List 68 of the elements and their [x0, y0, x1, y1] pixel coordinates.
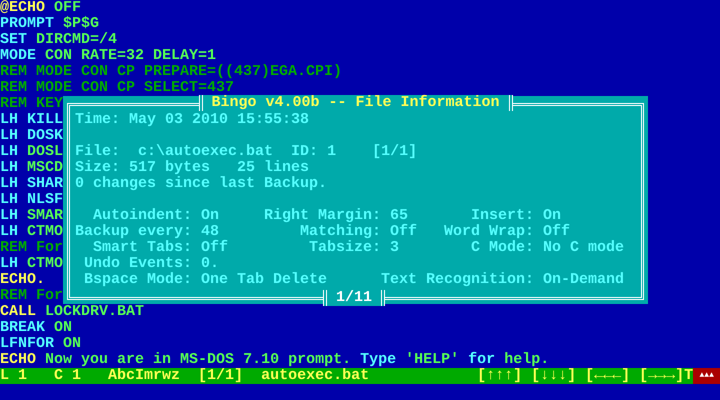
key-indicator: [→→→]T — [639, 368, 694, 384]
id-label: ID: — [291, 144, 318, 160]
key-indicator: [←←←] — [585, 368, 630, 384]
code-line: LH CTMO — [0, 224, 64, 240]
setting-value: One Tab Delete — [201, 272, 328, 288]
setting-label: Undo Events: — [82, 256, 194, 272]
id-value: 1 — [327, 144, 336, 160]
setting-value: Off — [543, 224, 572, 240]
code-line: REM MODE CON CP PREPARE=((437)EGA.CPI) — [0, 64, 342, 80]
setting-value: 0. — [201, 256, 220, 272]
code-line: ECHO. — [0, 272, 46, 288]
setting-label: Tabsize: — [308, 240, 382, 256]
setting-label: Bspace Mode: — [82, 272, 194, 288]
setting-value: 3 — [390, 240, 400, 256]
setting-label: Backup every: — [75, 224, 194, 240]
code-line: LH KILL — [0, 112, 64, 128]
setting-value: No C mode — [543, 240, 624, 256]
dialog-title: Bingo v4.00b -- File Information — [198, 95, 513, 111]
code-line: REM For — [0, 240, 64, 256]
mode-flags: AbcImrwz — [108, 368, 180, 384]
window-position: [1/1] — [372, 144, 418, 160]
setting-value: 48 — [201, 224, 220, 240]
code-line: CALL LOCKDRV.BAT — [0, 304, 144, 320]
setting-label: C Mode: — [470, 240, 536, 256]
time-text: Time: May 03 2010 15:55:38 — [75, 112, 310, 128]
code-line: LH DOSL — [0, 144, 64, 160]
code-line: LH CTMO — [0, 256, 64, 272]
setting-label: Text Recognition: — [381, 272, 536, 288]
line-number: L 1 — [0, 368, 28, 384]
file-label: File: — [75, 144, 120, 160]
size-text: Size: 517 bytes — [75, 160, 210, 176]
setting-label: Word Wrap: — [444, 224, 536, 240]
window-counter: [1/1] — [198, 368, 244, 384]
alert-icon: ▲▲▲ — [693, 368, 720, 384]
setting-value: Off — [201, 240, 230, 256]
file-path: c:\autoexec.bat — [138, 144, 274, 160]
code-line: REM KEY — [0, 96, 64, 112]
line-count: 25 lines — [237, 160, 310, 176]
code-line: LH NLSF — [0, 192, 64, 208]
code-line: REM For — [0, 288, 64, 304]
setting-label: Insert: — [470, 208, 536, 224]
key-indicator: [↓↓↓] — [531, 368, 576, 384]
page-indicator: 1/11 — [323, 290, 386, 306]
key-indicator: [↑↑↑] — [477, 368, 522, 384]
setting-value: Off — [390, 224, 418, 240]
code-line: LH SMAR — [0, 208, 64, 224]
code-line: MODE CON RATE=32 DELAY=1 — [0, 48, 216, 64]
code-line: SET DIRCMD=/4 — [0, 32, 118, 48]
changes-text: 0 changes since last Backup. — [75, 176, 328, 192]
code-line: LH SHAR — [0, 176, 64, 192]
file-name: autoexec.bat — [261, 368, 370, 384]
code-line: LH DOSK — [0, 128, 64, 144]
setting-label: Autoindent: — [92, 208, 194, 224]
code-line: @ECHO OFF — [0, 0, 82, 16]
column-number: C 1 — [54, 368, 82, 384]
setting-label: Right Margin: — [264, 208, 382, 224]
setting-value: 65 — [390, 208, 408, 224]
setting-label: Matching: — [299, 224, 382, 240]
setting-value: On — [543, 208, 562, 224]
code-line: REM MODE CON CP SELECT=437 — [0, 80, 234, 96]
setting-label: Smart Tabs: — [92, 240, 194, 256]
setting-value: On-Demand — [543, 272, 624, 288]
code-line: LH MSCD — [0, 160, 64, 176]
code-line: LFNFOR ON — [0, 336, 82, 352]
code-line: BREAK ON — [0, 320, 72, 336]
code-line: PROMPT $P$G — [0, 16, 100, 32]
code-line: ECHO Now you are in MS-DOS 7.10 prompt. Type 'HELP' for help. — [0, 352, 550, 368]
setting-value: On — [201, 208, 220, 224]
